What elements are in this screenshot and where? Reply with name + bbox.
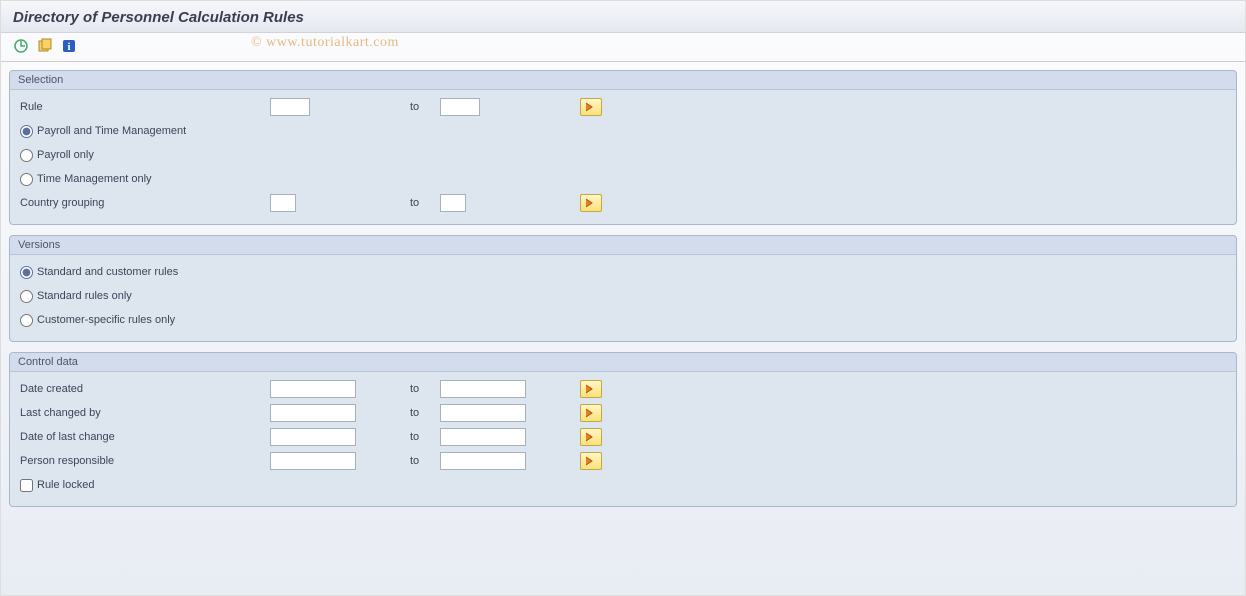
group-versions-title: Versions (10, 236, 1236, 255)
radio-std-only-label: Standard rules only (37, 290, 132, 302)
group-selection: Selection Rule to Payroll and Time Manag… (9, 70, 1237, 225)
person-responsible-from-input[interactable] (270, 452, 356, 470)
radio-std-and-customer-input[interactable] (20, 266, 33, 279)
rule-to-input[interactable] (440, 98, 480, 116)
radio-std-only[interactable]: Standard rules only (20, 290, 270, 303)
radio-payroll-time-mgmt-input[interactable] (20, 125, 33, 138)
group-control-data: Control data Date created to Last change… (9, 352, 1237, 507)
page-title: Directory of Personnel Calculation Rules (1, 1, 1245, 33)
group-versions: Versions Standard and customer rules Sta… (9, 235, 1237, 342)
rule-label: Rule (20, 101, 270, 113)
last-changed-by-multi-button[interactable] (580, 404, 602, 422)
date-last-change-to-input[interactable] (440, 428, 526, 446)
rule-locked-label: Rule locked (37, 479, 94, 491)
person-responsible-to-input[interactable] (440, 452, 526, 470)
radio-time-mgmt-only[interactable]: Time Management only (20, 173, 270, 186)
country-from-input[interactable] (270, 194, 296, 212)
radio-payroll-only[interactable]: Payroll only (20, 149, 270, 162)
date-created-multi-button[interactable] (580, 380, 602, 398)
to-label: to (410, 407, 440, 419)
date-last-change-from-input[interactable] (270, 428, 356, 446)
execute-icon[interactable] (11, 37, 31, 55)
date-created-to-input[interactable] (440, 380, 526, 398)
to-label: to (410, 455, 440, 467)
radio-customer-only-input[interactable] (20, 314, 33, 327)
radio-payroll-time-mgmt-label: Payroll and Time Management (37, 125, 186, 137)
radio-std-and-customer[interactable]: Standard and customer rules (20, 266, 270, 279)
svg-text:i: i (67, 41, 70, 53)
last-changed-by-from-input[interactable] (270, 404, 356, 422)
group-selection-title: Selection (10, 71, 1236, 90)
to-label: to (410, 431, 440, 443)
radio-time-mgmt-only-label: Time Management only (37, 173, 152, 185)
date-created-from-input[interactable] (270, 380, 356, 398)
last-changed-by-to-input[interactable] (440, 404, 526, 422)
radio-std-only-input[interactable] (20, 290, 33, 303)
to-label: to (410, 101, 440, 113)
radio-time-mgmt-only-input[interactable] (20, 173, 33, 186)
radio-payroll-only-label: Payroll only (37, 149, 94, 161)
radio-std-and-customer-label: Standard and customer rules (37, 266, 178, 278)
rule-locked-input[interactable] (20, 479, 33, 492)
rule-locked-checkbox[interactable]: Rule locked (20, 479, 270, 492)
information-icon[interactable]: i (59, 37, 79, 55)
to-label: to (410, 197, 440, 209)
country-grouping-label: Country grouping (20, 197, 270, 209)
person-responsible-label: Person responsible (20, 455, 270, 467)
date-last-change-label: Date of last change (20, 431, 270, 443)
watermark-text: © www.tutorialkart.com (251, 35, 399, 51)
date-created-label: Date created (20, 383, 270, 395)
date-last-change-multi-button[interactable] (580, 428, 602, 446)
radio-payroll-only-input[interactable] (20, 149, 33, 162)
country-multiple-selection-button[interactable] (580, 194, 602, 212)
group-control-data-title: Control data (10, 353, 1236, 372)
country-to-input[interactable] (440, 194, 466, 212)
radio-customer-only[interactable]: Customer-specific rules only (20, 314, 270, 327)
rule-from-input[interactable] (270, 98, 310, 116)
get-variant-icon[interactable] (35, 37, 55, 55)
radio-payroll-time-mgmt[interactable]: Payroll and Time Management (20, 125, 270, 138)
radio-customer-only-label: Customer-specific rules only (37, 314, 175, 326)
person-responsible-multi-button[interactable] (580, 452, 602, 470)
to-label: to (410, 383, 440, 395)
toolbar: i © www.tutorialkart.com (1, 33, 1245, 62)
last-changed-by-label: Last changed by (20, 407, 270, 419)
rule-multiple-selection-button[interactable] (580, 98, 602, 116)
